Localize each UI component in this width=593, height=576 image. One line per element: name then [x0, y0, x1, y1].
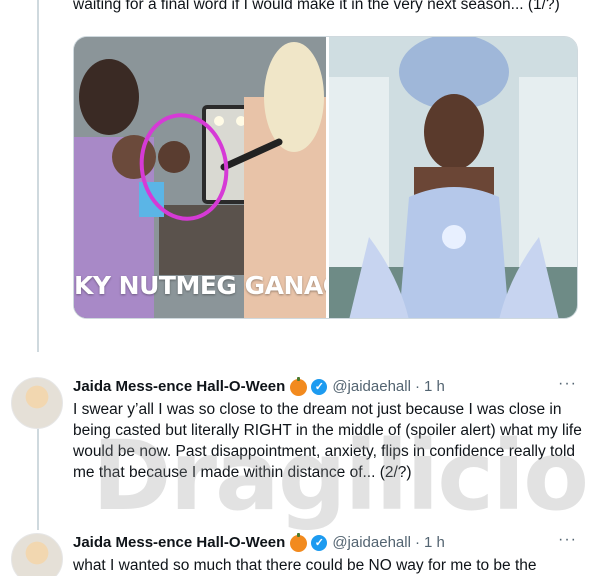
separator-dot: · — [414, 378, 420, 395]
verified-badge-icon: ✓ — [311, 379, 328, 395]
avatar[interactable] — [11, 533, 63, 576]
thread-connector-line — [37, 0, 39, 352]
media-photo-left[interactable]: KY NUTMEG GANAC — [74, 37, 326, 318]
thread-connector-line — [37, 420, 39, 530]
tweet-header: Jaida Mess-ence Hall-O-Ween ✓ @jaidaehal… — [73, 376, 445, 397]
verified-badge-icon: ✓ — [311, 535, 328, 551]
user-handle[interactable]: @jaidaehall — [332, 533, 411, 553]
timestamp[interactable]: 1 h — [424, 533, 445, 553]
tweet-header: Jaida Mess-ence Hall-O-Ween ✓ @jaidaehal… — [73, 532, 445, 553]
user-handle[interactable]: @jaidaehall — [332, 377, 411, 397]
separator-dot: · — [414, 534, 420, 551]
display-name[interactable]: Jaida Mess-ence Hall-O-Ween — [73, 533, 285, 553]
tweet-text: what I wanted so much that there could b… — [73, 557, 537, 574]
jack-o-lantern-icon — [290, 532, 308, 552]
more-options-icon[interactable]: ··· — [558, 375, 577, 393]
timestamp[interactable]: 1 h — [424, 377, 445, 397]
photo-caption-text: KY NUTMEG GANAC — [74, 271, 326, 300]
previous-tweet-text: waiting for a final word if I would make… — [73, 0, 560, 13]
more-options-icon[interactable]: ··· — [558, 531, 577, 549]
tweet-text: I swear y’all I was so close to the drea… — [73, 401, 582, 481]
display-name[interactable]: Jaida Mess-ence Hall-O-Ween — [73, 377, 285, 397]
avatar[interactable] — [11, 377, 63, 429]
media-photo-right[interactable] — [329, 37, 577, 318]
tweet-media-grid[interactable]: KY NUTMEG GANAC — [73, 36, 578, 319]
photo-illustration-right — [329, 37, 577, 318]
jack-o-lantern-icon — [290, 376, 308, 396]
